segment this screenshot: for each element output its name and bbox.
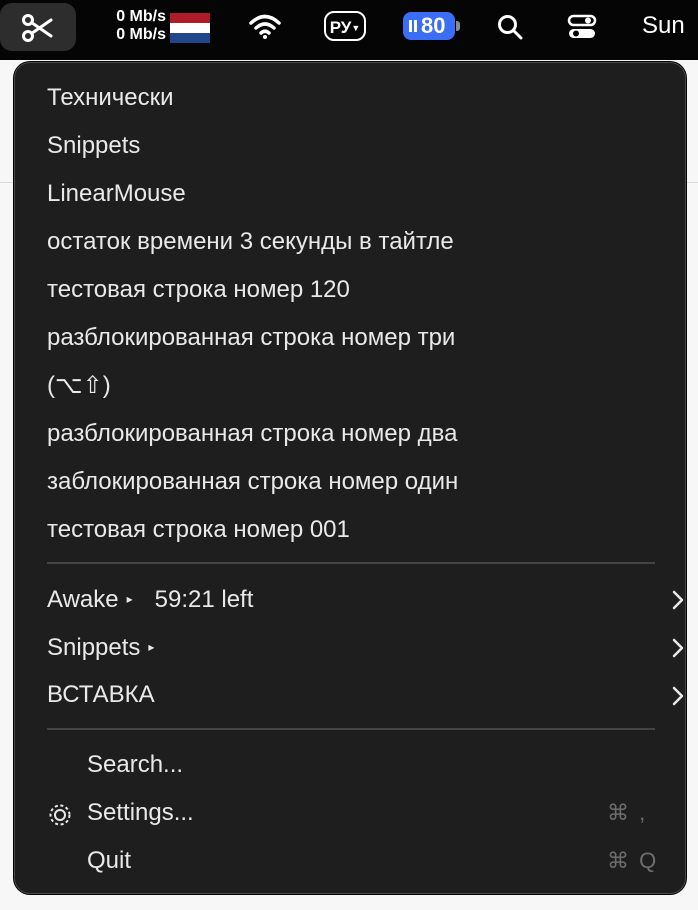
pause-icon	[409, 20, 412, 32]
battery-indicator[interactable]: 80	[403, 12, 460, 40]
quit-shortcut: ⌘ Q	[607, 848, 659, 873]
history-item[interactable]: Технически	[47, 83, 174, 113]
battery-percent: 80	[421, 13, 446, 38]
wifi-icon[interactable]	[249, 13, 281, 39]
play-marker: ▸	[126, 592, 133, 606]
chevron-down-icon: ▼	[351, 23, 361, 33]
chevron-right-icon	[672, 686, 684, 706]
clipboard-menu: Технически Snippets LinearMouse остаток …	[14, 62, 686, 894]
scissors-icon	[22, 14, 53, 42]
network-speed[interactable]: 0 Mb/s 0 Mb/s	[96, 8, 166, 44]
menu-bar: 0 Mb/s 0 Mb/s РУ▼ 80 Sun	[0, 0, 698, 60]
input-source-indicator[interactable]: РУ▼	[324, 11, 366, 41]
menu-separator	[47, 562, 655, 564]
settings-menu-item[interactable]: Settings...	[87, 798, 194, 828]
clipboard-app-button[interactable]	[0, 3, 76, 51]
settings-shortcut: ⌘ ,	[607, 800, 648, 825]
search-menu-item[interactable]: Search...	[87, 750, 183, 780]
play-marker: ▸	[148, 640, 155, 654]
gear-icon	[49, 804, 71, 826]
search-icon[interactable]	[497, 14, 523, 40]
awake-label: Awake	[47, 586, 119, 613]
flag-nl-icon[interactable]	[170, 13, 210, 43]
network-upload: 0 Mb/s	[116, 8, 166, 25]
snippets-label: Snippets	[47, 634, 141, 661]
network-download: 0 Mb/s	[116, 26, 166, 43]
history-item[interactable]: (⌥⇧)	[47, 371, 111, 401]
quit-menu-item[interactable]: Quit	[87, 846, 131, 876]
history-item[interactable]: LinearMouse	[47, 179, 186, 209]
control-center-icon[interactable]	[567, 14, 597, 40]
menubar-clock[interactable]: Sun	[642, 13, 685, 39]
input-source-label: РУ	[329, 18, 352, 37]
history-item[interactable]: разблокированная строка номер два	[47, 419, 457, 449]
history-item[interactable]: Snippets	[47, 131, 140, 161]
paste-label: ВСТАВКА	[47, 681, 155, 708]
history-item[interactable]: разблокированная строка номер три	[47, 323, 455, 353]
snippets-menu-item[interactable]: Snippets ▸	[47, 632, 687, 663]
history-item[interactable]: тестовая строка номер 120	[47, 275, 350, 305]
paste-menu-item[interactable]: ВСТАВКА	[47, 680, 687, 710]
history-item[interactable]: остаток времени 3 секунды в тайтле	[47, 227, 454, 257]
menu-separator	[47, 728, 655, 730]
history-item[interactable]: тестовая строка номер 001	[47, 515, 350, 545]
awake-menu-item[interactable]: Awake ▸ 59:21 left	[47, 584, 687, 615]
history-item[interactable]: заблокированная строка номер один	[47, 467, 458, 497]
chevron-right-icon	[672, 638, 684, 658]
chevron-right-icon	[672, 590, 684, 610]
awake-time-left: 59:21 left	[154, 586, 254, 613]
